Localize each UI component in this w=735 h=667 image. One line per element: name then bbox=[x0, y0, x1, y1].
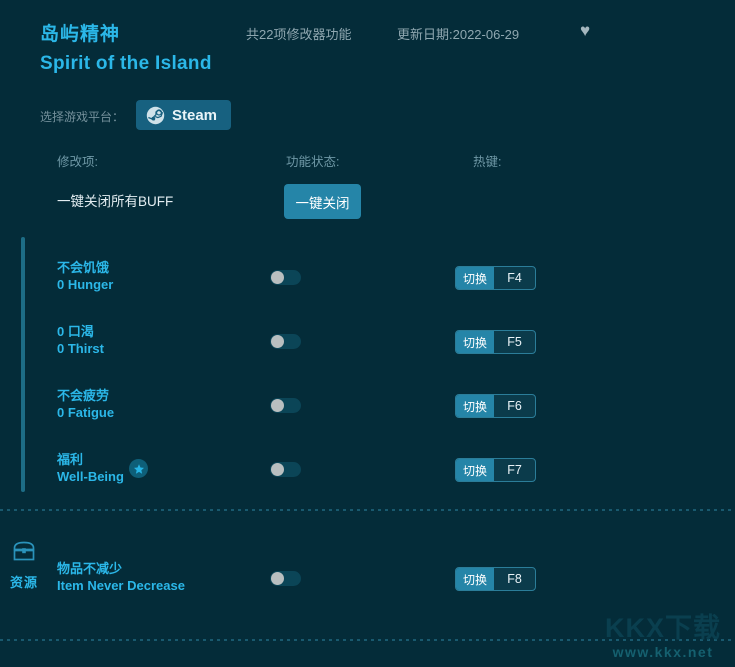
hotkey-action-label: 切换 bbox=[456, 459, 494, 481]
hotkey-action-label: 切换 bbox=[456, 568, 494, 590]
hotkey-action-label: 切换 bbox=[456, 395, 494, 417]
column-header-status: 功能状态: bbox=[286, 155, 340, 169]
game-title-en: Spirit of the Island bbox=[40, 53, 212, 74]
hotkey-key-label: F7 bbox=[507, 463, 522, 477]
option-row-fatigue: 不会疲劳 0 Fatigue 切换 F6 bbox=[0, 387, 735, 437]
watermark-sub: www.kkx.net bbox=[612, 644, 714, 660]
column-headers: 修改项: 功能状态: 热键: bbox=[0, 151, 735, 171]
feature-count-label: 共22项修改器功能 bbox=[246, 27, 352, 42]
star-icon bbox=[129, 459, 148, 478]
option-row-thirst: 0 口渴 0 Thirst 切换 F5 bbox=[0, 323, 735, 373]
toggle-hunger[interactable] bbox=[270, 270, 301, 285]
option-labels: 不会饥饿 0 Hunger bbox=[57, 259, 113, 294]
hotkey-fatigue[interactable]: 切换 F6 bbox=[455, 394, 536, 418]
option-labels: 物品不减少 Item Never Decrease bbox=[57, 560, 185, 595]
section-divider-top bbox=[0, 509, 735, 511]
hotkey-thirst[interactable]: 切换 F5 bbox=[455, 330, 536, 354]
hotkey-hunger[interactable]: 切换 F4 bbox=[455, 266, 536, 290]
toggle-knob bbox=[271, 335, 284, 348]
game-title-cn: 岛屿精神 bbox=[40, 24, 121, 45]
option-label-en: 0 Thirst bbox=[57, 341, 104, 356]
column-header-option: 修改项: bbox=[57, 155, 98, 169]
toggle-knob bbox=[271, 399, 284, 412]
option-label-en: 0 Hunger bbox=[57, 277, 114, 292]
steam-icon bbox=[146, 106, 165, 125]
option-labels: 福利 Well-Being bbox=[57, 451, 124, 486]
header: 岛屿精神 Spirit of the Island 共22项修改器功能 更新日期… bbox=[0, 0, 735, 90]
hotkey-action-label: 切换 bbox=[456, 267, 494, 289]
toggle-knob bbox=[271, 271, 284, 284]
hotkey-item-never-decrease[interactable]: 切换 F8 bbox=[455, 567, 536, 591]
all-off-button[interactable]: 一键关闭 bbox=[284, 184, 361, 219]
hotkey-key-label: F8 bbox=[507, 572, 522, 586]
hotkey-wellbeing[interactable]: 切换 F7 bbox=[455, 458, 536, 482]
platform-selector-row: 选择游戏平台： Steam bbox=[0, 100, 735, 134]
option-label-en: Item Never Decrease bbox=[57, 578, 185, 593]
option-row-wellbeing: 福利 Well-Being 切换 F7 bbox=[0, 451, 735, 501]
hotkey-action-label: 切换 bbox=[456, 331, 494, 353]
platform-button-steam[interactable]: Steam bbox=[136, 100, 232, 130]
toggle-item-never-decrease[interactable] bbox=[270, 571, 301, 586]
option-row-item-never-decrease: 物品不减少 Item Never Decrease 切换 F8 bbox=[0, 560, 735, 610]
hotkey-key-label: F4 bbox=[507, 271, 522, 285]
option-label-cn: 不会疲劳 bbox=[57, 388, 110, 403]
platform-button-label: Steam bbox=[172, 106, 218, 124]
option-label-en: 0 Fatigue bbox=[57, 405, 115, 420]
heart-icon[interactable]: ♥ bbox=[576, 22, 594, 40]
toggle-fatigue[interactable] bbox=[270, 398, 301, 413]
hotkey-key-label: F6 bbox=[507, 399, 522, 413]
hotkey-key-label: F5 bbox=[507, 335, 522, 349]
option-row-hunger: 不会饥饿 0 Hunger 切换 F4 bbox=[0, 259, 735, 309]
option-label-cn: 0 口渴 bbox=[57, 324, 94, 339]
option-labels: 0 口渴 0 Thirst bbox=[57, 323, 104, 358]
section-divider-bottom bbox=[0, 639, 735, 641]
option-labels: 不会疲劳 0 Fatigue bbox=[57, 387, 114, 422]
option-label-cn: 福利 bbox=[57, 452, 84, 467]
option-label-cn: 物品不减少 bbox=[57, 561, 123, 576]
all-off-row: 一键关闭所有BUFF 一键关闭 bbox=[0, 184, 735, 220]
toggle-thirst[interactable] bbox=[270, 334, 301, 349]
option-label-cn: 不会饥饿 bbox=[57, 260, 110, 275]
toggle-knob bbox=[271, 572, 284, 585]
all-off-label: 一键关闭所有BUFF bbox=[57, 194, 174, 209]
update-date-label: 更新日期:2022-06-29 bbox=[397, 27, 520, 42]
toggle-knob bbox=[271, 463, 284, 476]
column-header-hotkey: 热键: bbox=[473, 155, 502, 169]
platform-label: 选择游戏平台： bbox=[40, 110, 125, 124]
option-label-en: Well-Being bbox=[57, 469, 124, 484]
toggle-wellbeing[interactable] bbox=[270, 462, 301, 477]
